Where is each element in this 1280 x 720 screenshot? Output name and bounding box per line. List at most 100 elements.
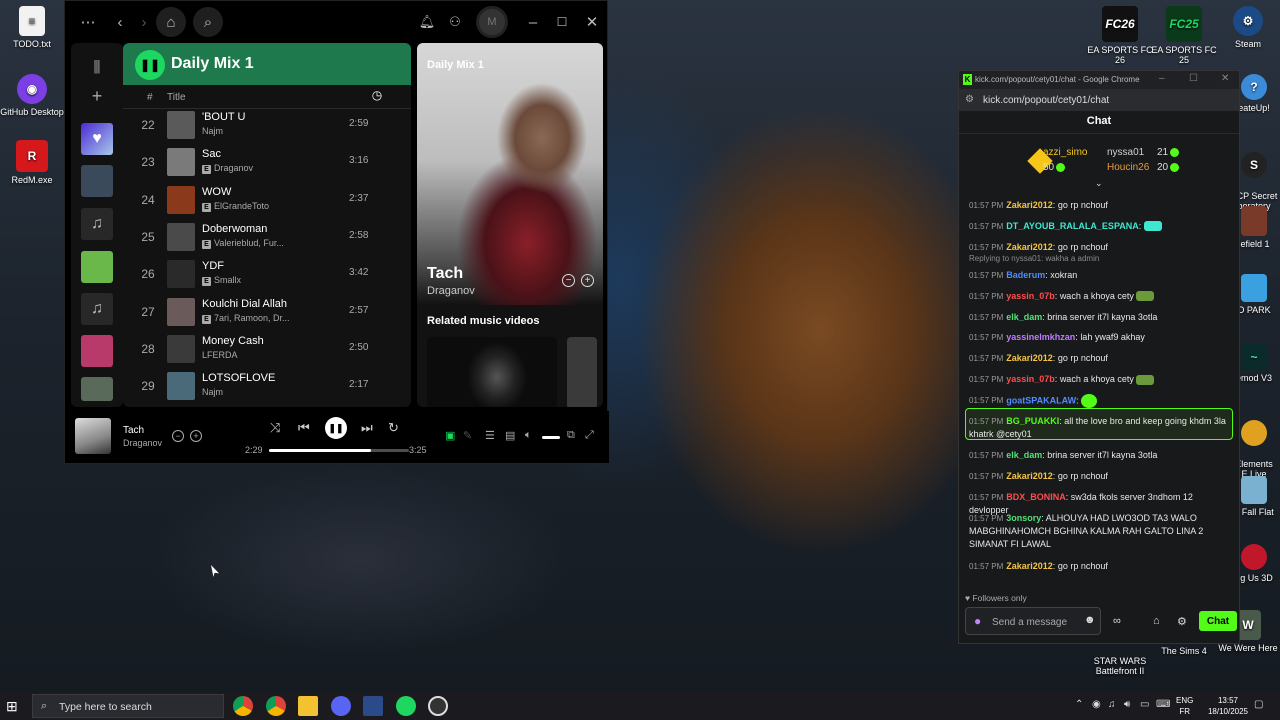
chat-message[interactable]: 01:57 PM Zakari2012: go rp nchouf	[969, 352, 1231, 365]
library-icon[interactable]: ⫼	[85, 55, 109, 79]
desktop-icon-redm[interactable]: R RedM.exe	[0, 140, 68, 185]
close-button[interactable]: ✕	[1221, 73, 1229, 84]
track-row[interactable]: 29 LOTSOFLOVE Najm 2:17	[123, 368, 411, 405]
chat-input-box[interactable]: ● ☻	[965, 607, 1101, 635]
player-artist[interactable]: Draganov	[123, 438, 162, 448]
track-artist[interactable]: E Valerieblud, Fur...	[202, 238, 284, 249]
store-icon[interactable]: ⌂	[1153, 615, 1160, 627]
playlist-thumb[interactable]	[81, 335, 113, 367]
chat-message[interactable]: 01:57 PM yassinelmkhzan: lah ywaf9 akhay	[969, 331, 1231, 344]
address-bar[interactable]: ⚙ kick.com/popout/cety01/chat	[959, 89, 1239, 111]
leaderboard-name[interactable]: nyssa01	[1107, 147, 1144, 158]
chat-message[interactable]: 01:57 PM Zakari2012: go rp nchouf	[969, 560, 1231, 573]
add-icon[interactable]: +	[190, 430, 202, 442]
message-username[interactable]: Baderum	[1006, 270, 1045, 280]
message-input[interactable]	[992, 614, 1082, 630]
chat-message[interactable]: 01:57 PM yassin_07b: wach a khoya cety	[969, 290, 1231, 303]
chat-message[interactable]: 01:57 PM goatSPAKALAW:	[969, 393, 1231, 408]
track-artist[interactable]: E ElGrandeToto	[202, 201, 269, 212]
volume-tray-icon[interactable]: 🔊︎	[1124, 699, 1130, 710]
emote-tool-icon[interactable]: ∞	[1113, 615, 1121, 627]
message-username[interactable]: 3onsory	[1006, 513, 1041, 523]
more-options-icon[interactable]: ⋯	[75, 9, 101, 35]
tray-app-icon[interactable]: ◉	[1092, 699, 1101, 710]
headset-icon[interactable]: ♫	[1108, 699, 1116, 710]
tray-chevron-up-icon[interactable]: ⌃	[1075, 699, 1083, 710]
desktop-icon-fc25[interactable]: FC25 EA SPORTS FC 25	[1148, 6, 1220, 65]
track-row[interactable]: 25 Doberwoman E Valerieblud, Fur... 2:58	[123, 219, 411, 256]
track-title[interactable]: Koulchi Dial Allah	[202, 298, 287, 310]
emoji-icon[interactable]: ☻	[1084, 614, 1096, 626]
track-row[interactable]: 26 YDF E Smallx 3:42	[123, 256, 411, 293]
file-explorer-icon[interactable]	[298, 696, 318, 716]
track-title[interactable]: Sac	[202, 148, 221, 160]
leaderboard-name[interactable]: Houcin26	[1107, 162, 1149, 173]
microphone-icon[interactable]: ●	[974, 614, 981, 628]
track-artist[interactable]: Najm	[202, 126, 223, 136]
site-info-icon[interactable]: ⚙	[965, 94, 974, 105]
track-title[interactable]: WOW	[202, 186, 231, 198]
taskbar-clock[interactable]: 13:57 18/10/2025	[1206, 695, 1250, 717]
add-icon[interactable]: +	[581, 274, 594, 287]
minimize-button[interactable]: –	[1159, 73, 1165, 84]
now-playing-context[interactable]: Daily Mix 1	[427, 59, 484, 71]
playlist-thumb[interactable]	[81, 251, 113, 283]
message-username[interactable]: DT_AYOUB_RALALA_ESPANA	[1006, 221, 1139, 231]
remove-icon[interactable]: −	[562, 274, 575, 287]
chat-message[interactable]: 01:57 PM Baderum: xokran	[969, 269, 1231, 282]
column-header-title[interactable]: Title	[167, 92, 186, 103]
now-playing-cover[interactable]	[75, 418, 111, 454]
friend-activity-icon[interactable]: ⚇	[442, 9, 468, 35]
chevron-down-icon[interactable]: ⌄	[1095, 178, 1103, 189]
track-artist[interactable]: E Draganov	[202, 163, 253, 175]
music-note-icon[interactable]: ♫	[81, 293, 113, 325]
message-username[interactable]: elk_dam	[1006, 450, 1042, 460]
desktop-icon-sims4[interactable]: The Sims 4	[1148, 646, 1220, 656]
desktop-icon-github[interactable]: ◉ GitHub Desktop	[0, 74, 68, 117]
track-title[interactable]: Money Cash	[202, 335, 264, 347]
message-username[interactable]: yassin_07b	[1006, 374, 1055, 384]
lyrics-icon[interactable]: ✎	[463, 429, 472, 442]
track-artist[interactable]: E Smallx	[202, 275, 241, 287]
notifications-bell-icon[interactable]: 🔔︎	[414, 9, 440, 35]
network-icon[interactable]: ▭	[1140, 699, 1149, 710]
track-row[interactable]: 23 Sac E Draganov 3:16	[123, 144, 411, 181]
message-username[interactable]: Zakari2012	[1006, 353, 1053, 363]
desktop-icon-steam[interactable]: ⚙ Steam	[1212, 6, 1280, 49]
maximize-button[interactable]: ☐	[549, 9, 575, 35]
remove-icon[interactable]: −	[172, 430, 184, 442]
now-playing-song[interactable]: Tach	[427, 265, 463, 283]
message-username[interactable]: Zakari2012	[1006, 471, 1053, 481]
back-arrow-icon[interactable]: ‹	[107, 9, 133, 35]
input-language[interactable]: ENG FR	[1176, 695, 1193, 717]
queue-icon[interactable]: ☰	[485, 429, 495, 442]
home-button[interactable]: ⌂	[156, 7, 186, 37]
leaderboard-name[interactable]: azzi_simo	[1043, 147, 1087, 158]
chat-message[interactable]: 01:57 PM 3onsory: ALHOUYA HAD LWO3OD TA3 …	[969, 512, 1231, 551]
message-username[interactable]: Zakari2012	[1006, 200, 1053, 210]
progress-bar[interactable]	[269, 449, 409, 452]
playlist-thumb[interactable]	[81, 377, 113, 401]
desktop-icon-battlefront[interactable]: STAR WARS Battlefront II	[1084, 646, 1156, 686]
search-button[interactable]: ⌕	[193, 7, 223, 37]
volume-icon[interactable]: 🔈︎	[525, 429, 532, 442]
volume-slider[interactable]	[542, 436, 560, 439]
minimize-button[interactable]: –	[520, 9, 546, 35]
send-chat-button[interactable]: Chat	[1199, 611, 1237, 631]
track-row[interactable]: 24 WOW E ElGrandeToto 2:37	[123, 182, 411, 219]
now-playing-artist[interactable]: Draganov	[427, 285, 475, 297]
windows-start-icon[interactable]: ⊞	[6, 698, 18, 715]
maximize-button[interactable]: ☐	[1189, 73, 1198, 84]
chat-message[interactable]: 01:57 PM elk_dam: brina server it7l kayna…	[969, 311, 1231, 324]
message-username[interactable]: BDX_BONINA	[1006, 492, 1066, 502]
shuffle-icon[interactable]: ⤨	[270, 420, 280, 436]
track-row[interactable]: 28 Money Cash LFERDA 2:50	[123, 331, 411, 368]
forward-arrow-icon[interactable]: ›	[131, 9, 157, 35]
chat-message[interactable]: 01:57 PM Zakari2012: go rp nchouf	[969, 199, 1231, 212]
message-username[interactable]: Zakari2012	[1006, 561, 1053, 571]
chrome-icon[interactable]	[266, 696, 286, 716]
chat-message[interactable]: 01:57 PM BG_PUAKKI: all the love bro and …	[969, 415, 1231, 441]
taskbar-search[interactable]: ⌕ Type here to search	[32, 694, 224, 718]
settings-gear-icon[interactable]: ⚙	[1177, 615, 1187, 628]
message-username[interactable]: BG_PUAKKI	[1006, 416, 1059, 426]
